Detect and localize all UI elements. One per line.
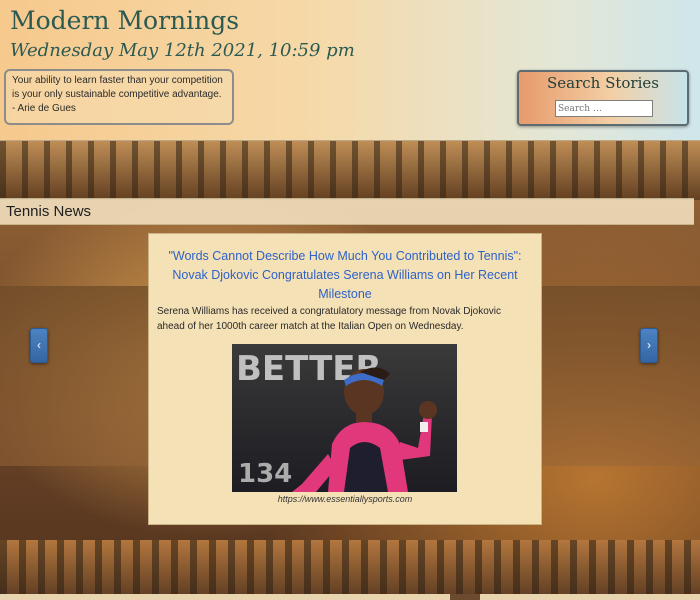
carousel-side-panel-left bbox=[0, 286, 148, 466]
chevron-left-icon: ‹ bbox=[37, 338, 41, 352]
search-input[interactable] bbox=[555, 100, 653, 117]
carousel-side-panel-right bbox=[542, 286, 700, 466]
section-title: Tennis News bbox=[6, 203, 92, 220]
current-datetime: Wednesday May 12th 2021, 10:59 pm bbox=[10, 40, 355, 61]
photo-number-text: 134 bbox=[238, 459, 292, 489]
chevron-right-icon: › bbox=[647, 338, 651, 352]
carousel-prev-button[interactable]: ‹ bbox=[30, 328, 48, 363]
section-header: Tennis News bbox=[0, 198, 694, 225]
next-section-edge bbox=[0, 594, 700, 600]
article-photo-illustration: BETTER 134 bbox=[232, 344, 457, 492]
image-credit: https://www.essentiallysports.com bbox=[277, 494, 413, 504]
article-card: "Words Cannot Describe How Much You Cont… bbox=[148, 233, 542, 525]
article-image[interactable]: BETTER 134 bbox=[232, 344, 457, 492]
site-title[interactable]: Modern Mornings bbox=[10, 6, 239, 35]
background-forest-lower bbox=[0, 540, 700, 600]
quote-box: Your ability to learn faster than your c… bbox=[4, 69, 234, 125]
search-stories-title: Search Stories bbox=[547, 74, 659, 92]
background-forest bbox=[0, 140, 700, 200]
news-carousel: ‹ › "Words Cannot Describe How Much You … bbox=[0, 224, 700, 536]
carousel-next-button[interactable]: › bbox=[640, 328, 658, 363]
article-headline-link[interactable]: "Words Cannot Describe How Much You Cont… bbox=[159, 247, 531, 304]
site-header: Modern Mornings Wednesday May 12th 2021,… bbox=[0, 0, 700, 141]
article-summary: Serena Williams has received a congratul… bbox=[157, 306, 502, 332]
search-stories-widget: Search Stories bbox=[517, 70, 689, 126]
